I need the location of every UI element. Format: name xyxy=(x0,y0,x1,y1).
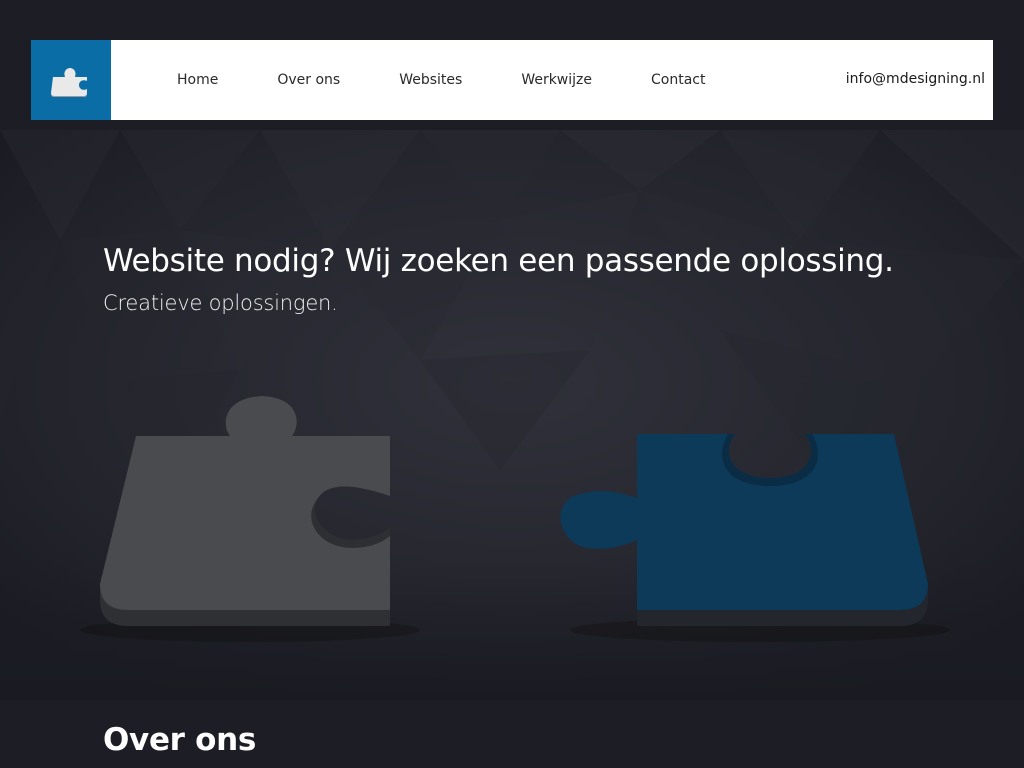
section-title-over-ons: Over ons xyxy=(103,722,257,758)
nav-home[interactable]: Home xyxy=(177,72,218,88)
puzzle-pieces-icon xyxy=(80,396,950,642)
nav-werkwijze[interactable]: Werkwijze xyxy=(521,72,592,88)
main-nav: Home Over ons Websites Werkwijze Contact xyxy=(177,40,764,120)
page: Home Over ons Websites Werkwijze Contact… xyxy=(0,0,1024,768)
nav-over-ons[interactable]: Over ons xyxy=(277,72,340,88)
hero-subtitle: Creatieve oplossingen. xyxy=(103,291,338,315)
puzzle-piece-blue xyxy=(560,434,928,626)
nav-contact[interactable]: Contact xyxy=(651,72,705,88)
hero-title: Website nodig? Wij zoeken een passende o… xyxy=(103,243,894,279)
contact-email-link[interactable]: info@mdesigning.nl xyxy=(846,71,985,87)
puzzle-piece-icon xyxy=(51,68,87,97)
logo[interactable] xyxy=(31,40,111,120)
site-header: Home Over ons Websites Werkwijze Contact… xyxy=(31,40,993,120)
puzzle-piece-gray xyxy=(100,396,390,626)
nav-websites[interactable]: Websites xyxy=(399,72,462,88)
